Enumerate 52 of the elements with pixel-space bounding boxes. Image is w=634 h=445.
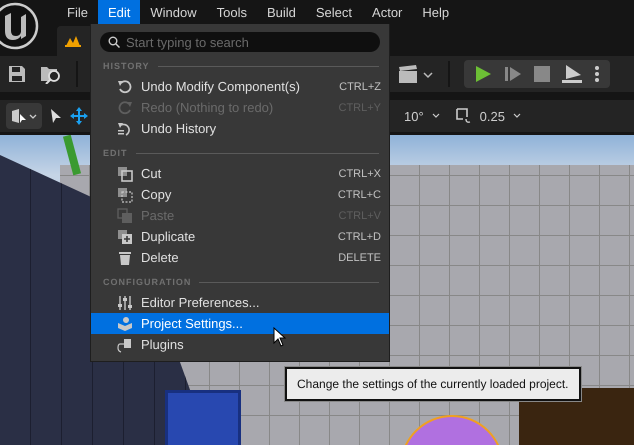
menu-item[interactable]: Plugins	[91, 334, 389, 355]
trash-icon	[117, 250, 133, 266]
menu-title[interactable]: Help	[412, 0, 460, 24]
menu-title[interactable]: Window	[140, 0, 207, 24]
menu-item[interactable]: Delete DELETE	[91, 247, 389, 268]
menu-item[interactable]: Copy CTRL+C	[91, 184, 389, 205]
section-heading: EDIT	[103, 148, 128, 158]
play-icon[interactable]	[474, 65, 492, 83]
cursor-icon[interactable]	[50, 108, 62, 124]
menu-item[interactable]: Cut CTRL+X	[91, 163, 389, 184]
scale-snap-icon[interactable]	[456, 108, 472, 124]
clapperboard-icon[interactable]	[398, 64, 434, 84]
menu-item[interactable]: Editor Preferences...	[91, 292, 389, 313]
kebab-icon[interactable]	[594, 65, 600, 83]
level-icon	[65, 35, 81, 47]
plug-icon	[117, 336, 133, 352]
menu-item[interactable]: Duplicate CTRL+D	[91, 226, 389, 247]
undo-icon	[117, 78, 133, 94]
launch-icon[interactable]	[562, 65, 582, 83]
mouse-pointer-icon	[273, 327, 287, 347]
menu-item[interactable]: Undo Modify Component(s) CTRL+Z	[91, 76, 389, 97]
section-heading: CONFIGURATION	[103, 277, 192, 287]
search-field[interactable]: Start typing to search	[100, 32, 380, 52]
cut-icon	[117, 166, 133, 182]
menu-item[interactable]: Undo History	[91, 118, 389, 139]
mode-button[interactable]	[6, 103, 42, 129]
tooltip: Change the settings of the currently loaded project.	[285, 367, 580, 401]
menu-title[interactable]: File	[57, 0, 98, 24]
menu-title[interactable]: Select	[306, 0, 362, 24]
menu-title[interactable]: Tools	[206, 0, 257, 24]
step-icon[interactable]	[504, 65, 522, 83]
redo-icon	[117, 100, 133, 116]
menu-title[interactable]: Edit	[98, 0, 140, 24]
move-icon[interactable]	[70, 107, 88, 125]
copy-icon	[117, 186, 133, 202]
rotation-snap-value[interactable]: 10°	[404, 108, 424, 124]
scale-snap-value[interactable]: 0.25	[480, 108, 505, 124]
search-icon	[108, 36, 120, 48]
history-icon	[117, 120, 133, 136]
menu-title[interactable]: Actor	[362, 0, 412, 24]
sliders-icon	[117, 294, 133, 310]
folder-search-icon[interactable]	[40, 64, 62, 84]
section-heading: HISTORY	[103, 61, 150, 71]
duplicate-icon	[117, 228, 133, 244]
paste-icon	[117, 208, 133, 224]
caret-icon	[432, 113, 440, 119]
select-mode-icon	[11, 108, 37, 124]
save-icon[interactable]	[8, 65, 26, 83]
menu-title[interactable]: Build	[256, 0, 306, 24]
logo-icon[interactable]	[0, 2, 39, 50]
caret-icon	[512, 113, 521, 119]
menu-item[interactable]: Project Settings...	[91, 313, 389, 334]
